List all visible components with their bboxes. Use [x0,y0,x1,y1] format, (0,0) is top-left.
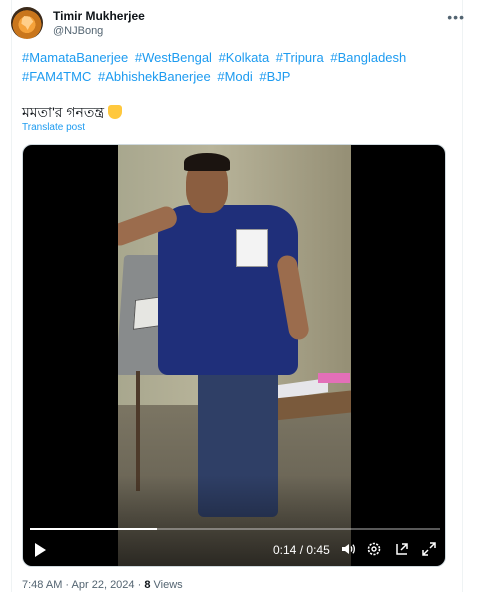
hashtag-link[interactable]: #Modi [217,69,252,84]
hashtag-link[interactable]: #BJP [259,69,290,84]
settings-icon[interactable] [366,541,382,557]
play-icon[interactable] [35,543,46,557]
post-date[interactable]: Apr 22, 2024 [72,579,135,591]
person [158,205,298,375]
video-progress-fill [30,528,158,530]
fullscreen-icon[interactable] [421,541,437,557]
hashtag-link[interactable]: #FAM4TMC [22,69,91,84]
post-footer: 7:48 AM · Apr 22, 2024 · 8 Views [22,579,183,591]
current-time: 0:14 [273,543,297,557]
pointing-down-hand-icon [108,105,123,119]
video-player[interactable]: 0:14 / 0:45 [22,144,446,567]
avatar[interactable] [11,7,43,39]
video-time: 0:14 / 0:45 [273,543,330,557]
hashtag-link[interactable]: #Kolkata [219,50,270,65]
video-progress-bar[interactable] [30,528,440,530]
dot-separator: · [137,579,142,591]
hashtag-link[interactable]: #AbhishekBanerjee [98,69,211,84]
author-name[interactable]: Timir Mukherjee [53,9,145,23]
time-separator: / [299,543,304,557]
post-header: Timir Mukherjee @NJBong ••• [11,7,471,43]
dot-separator: · [65,579,70,591]
translate-post-link[interactable]: Translate post [22,122,85,133]
views-label: Views [153,579,183,591]
duration: 0:45 [306,543,330,557]
map-icon [21,16,34,30]
post-text: মমতা'র গনতন্ত্র [22,104,105,120]
more-options-icon[interactable]: ••• [447,9,465,25]
id-badge [236,229,268,267]
hashtag-list: #MamataBanerjee #WestBengal #Kolkata #Tr… [22,48,442,86]
post-time[interactable]: 7:48 AM [22,579,62,591]
hashtag-link[interactable]: #MamataBanerjee [22,50,128,65]
pip-icon[interactable] [394,541,410,557]
hashtag-link[interactable]: #Bangladesh [330,50,406,65]
author-handle[interactable]: @NJBong [53,25,103,37]
views-count: 8 [144,579,151,591]
hashtag-link[interactable]: #WestBengal [135,50,212,65]
volume-icon[interactable] [340,541,356,557]
hashtag-link[interactable]: #Tripura [276,50,324,65]
